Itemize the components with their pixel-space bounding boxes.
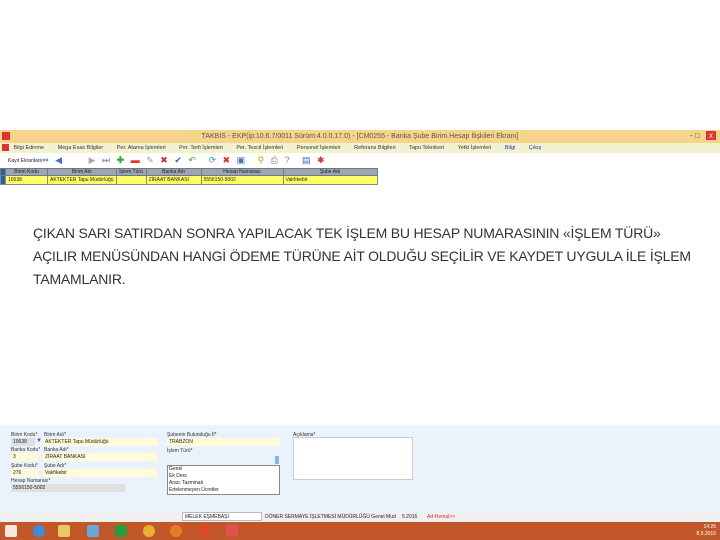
status-date: 5.2016 — [402, 514, 418, 520]
undo-icon[interactable]: ↶ — [188, 155, 196, 165]
menu-mega-esas[interactable]: Mega Esas Bilgiler — [58, 145, 104, 151]
menu-per-tescil[interactable]: Per. Tescil İşlemleri — [236, 145, 283, 151]
folder-icon[interactable] — [58, 525, 70, 537]
save-check-icon[interactable]: ✔ — [174, 155, 182, 165]
chrome-icon[interactable] — [143, 525, 155, 537]
menu-bilgi-edinme[interactable]: Bilgi Edinme — [14, 145, 45, 151]
slide-instruction-text: ÇIKAN SARI SATIRDAN SONRA YAPILACAK TEK … — [33, 225, 691, 287]
scrollbar[interactable] — [275, 456, 279, 464]
col-birim-kodu[interactable]: Birim Kodu — [5, 168, 48, 176]
sube-adi-field[interactable]: Vakfıkebir — [43, 469, 157, 477]
print-icon[interactable]: ⎙ — [271, 155, 278, 165]
grid-header-row: Birim Kodu Birim Adı İşlem Türü Banka Ad… — [0, 168, 378, 176]
table-row[interactable]: 10638 AKTEKTER Tapu Müdürlüğü ZİRAAT BAN… — [0, 175, 378, 185]
menu-tapu-teknikeri[interactable]: Tapu Teknikeri — [409, 145, 444, 151]
firefox-icon[interactable] — [170, 525, 182, 537]
islem-turu-dropdown-list[interactable]: Genel Ek Ders Aracı Tazminatı Ertelenmey… — [167, 465, 280, 495]
status-unit: DÖNER SERMAYE İŞLETMESİ MÜDÜRLÜĞÜ Genel … — [265, 514, 396, 520]
col-birim-adi[interactable]: Birim Adı — [47, 168, 117, 176]
first-icon[interactable]: ⏮ — [41, 155, 49, 165]
last-icon[interactable]: ⏭ — [102, 155, 110, 165]
remote-desktop-icon[interactable] — [87, 525, 99, 537]
col-islem-turu[interactable]: İşlem Türü — [115, 168, 147, 176]
results-grid: Birim Kodu Birim Adı İşlem Türü Banka Ad… — [0, 168, 378, 188]
banka-kodu-field[interactable]: 3 — [11, 453, 39, 461]
refresh-icon[interactable]: ⟳ — [208, 155, 216, 165]
status-link[interactable]: Ad-Hemal>> — [427, 512, 455, 522]
banka-adi-field[interactable]: ZİRAAT BANKASI — [43, 453, 157, 461]
menu-per-atama[interactable]: Per. Atama İşlemleri — [117, 145, 166, 151]
cancel-icon[interactable]: ✖ — [223, 155, 231, 165]
clock-date: 8.5.2016 — [696, 531, 716, 537]
cell-sube-adi[interactable]: Vakfıkebir — [282, 175, 378, 185]
start-windows-icon[interactable] — [5, 525, 17, 537]
dropdown-arrow-icon[interactable]: ▼ — [36, 438, 42, 444]
islem-turu-label: İşlem Türü* — [167, 448, 193, 454]
aciklama-textarea[interactable] — [293, 437, 413, 480]
menu-per-terfi[interactable]: Per. Terfi İşlemleri — [179, 145, 223, 151]
disk-icon[interactable]: ▣ — [237, 155, 246, 165]
cell-banka-adi[interactable]: ZİRAAT BANKASI — [145, 175, 202, 185]
records-label[interactable]: Kayıt Ekranları — [8, 158, 41, 164]
search-icon[interactable]: ⚲ — [258, 155, 265, 165]
status-bar: MELEK EŞMEBAŞI DÖNER SERMAYE İŞLETMESİ M… — [0, 512, 720, 522]
birim-adi-field[interactable]: AKTEKTER Tapu Müdürlüğü — [43, 438, 157, 446]
ie-icon[interactable] — [33, 525, 45, 537]
il-field[interactable]: TRABZON — [167, 438, 280, 446]
prev-icon[interactable]: ◀ — [55, 155, 62, 165]
birim-kodu-field[interactable]: 10638 — [11, 438, 35, 446]
maximize-button[interactable]: □ — [695, 131, 700, 140]
menu-personel[interactable]: Personel İşlemleri — [297, 145, 341, 151]
help-icon[interactable]: ? — [284, 155, 289, 165]
toolbar: Kayıt Ekranları ⏮ ◀ ▶ ⏭ ✚ ▬ ✎ ✖ ✔ ↶ ⟳ ✖ … — [0, 153, 720, 168]
col-banka-adi[interactable]: Banka Adı — [145, 168, 202, 176]
menu-app-icon — [2, 144, 9, 152]
menu-yetki[interactable]: Yetki İşlemleri — [458, 145, 492, 151]
menu-referans[interactable]: Referans Bilgileri — [354, 145, 396, 151]
exit-icon[interactable]: ✱ — [317, 155, 325, 165]
store-icon[interactable] — [115, 525, 127, 537]
close-button[interactable]: x — [706, 131, 716, 140]
menu-bilgi[interactable]: Bilgi — [505, 145, 515, 151]
add-icon[interactable]: ✚ — [117, 155, 125, 165]
menu-cikis[interactable]: Çıkış — [529, 145, 542, 151]
cell-birim-adi[interactable]: AKTEKTER Tapu Müdürlüğü — [47, 175, 117, 185]
hesap-field[interactable]: 5556150-5002 — [11, 484, 125, 492]
takbis-app-icon[interactable] — [226, 525, 238, 537]
option-ek-ders[interactable]: Ek Ders — [168, 473, 279, 480]
system-clock[interactable]: 14:26 8.5.2016 — [697, 524, 716, 538]
col-sube-adi[interactable]: Şube Adı — [282, 168, 378, 176]
edit-icon[interactable]: ✎ — [146, 155, 154, 165]
minimize-button[interactable]: - — [690, 131, 693, 140]
powerpoint-icon[interactable] — [198, 525, 210, 537]
col-hesap-no[interactable]: Hesap Numarası — [200, 168, 284, 176]
cell-islem-turu[interactable] — [115, 175, 147, 185]
detail-form: Birim Kodu* 10638 ▼ Birim Adı* AKTEKTER … — [0, 425, 720, 512]
next-icon[interactable]: ▶ — [89, 155, 96, 165]
remove-icon[interactable]: ▬ — [131, 155, 140, 165]
sube-kodu-field[interactable]: 276 — [11, 469, 39, 477]
status-user: MELEK EŞMEBAŞI — [182, 512, 262, 521]
delete-icon[interactable]: ✖ — [160, 155, 168, 165]
option-araci-tazminati[interactable]: Aracı Tazminatı — [168, 480, 279, 487]
menu-bar: Bilgi Edinme Mega Esas Bilgiler Per. Ata… — [0, 143, 720, 153]
export-icon[interactable]: ▤ — [302, 155, 311, 165]
cell-hesap-no[interactable]: 5556150-5002 — [200, 175, 284, 185]
option-genel[interactable]: Genel — [168, 466, 279, 473]
window-controls: - □ x — [690, 131, 716, 140]
taskbar: 14:26 8.5.2016 — [0, 522, 720, 540]
option-ertelenmeyen[interactable]: Ertelenmeyen Ücretler — [168, 487, 279, 494]
window-title-bar: TAKBIS - EKP(ip:10.6.7/0011 Sürüm:4.0.0.… — [0, 130, 720, 143]
clock-time: 14:26 — [703, 524, 716, 530]
app-icon — [2, 132, 10, 140]
cell-birim-kodu[interactable]: 10638 — [5, 175, 48, 185]
